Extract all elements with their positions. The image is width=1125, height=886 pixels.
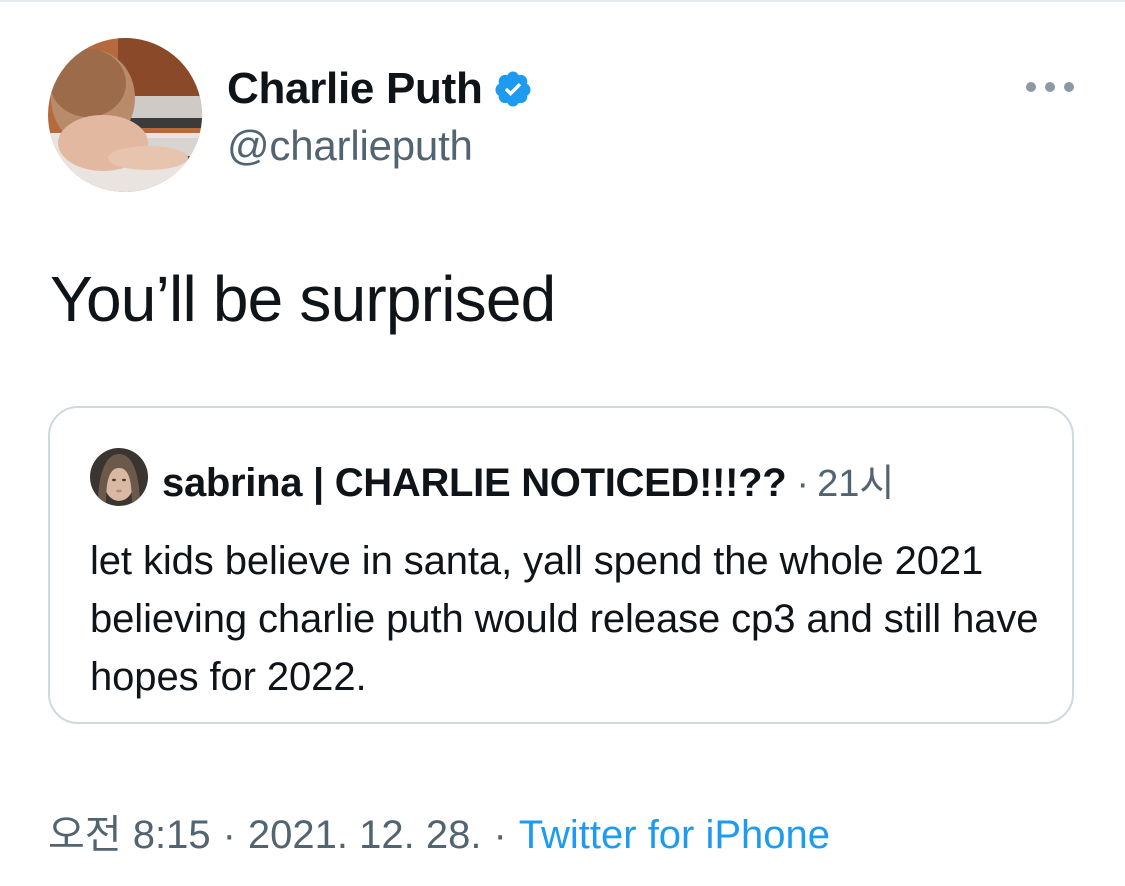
verified-badge-icon [493, 69, 533, 109]
quoted-tweet-text: let kids believe in santa, yall spend th… [90, 539, 1039, 699]
top-divider [0, 0, 1125, 2]
quoted-author-avatar[interactable] [90, 448, 148, 506]
author-name-row: Charlie Puth [227, 62, 533, 116]
quoted-author-avatar-image [90, 448, 148, 506]
quoted-time[interactable]: 21시 [817, 452, 894, 507]
more-dot [1026, 82, 1036, 92]
tweet-date[interactable]: 2021. 12. 28. [248, 813, 482, 858]
tweet-source-link[interactable]: Twitter for iPhone [519, 813, 830, 858]
more-dot [1064, 82, 1074, 92]
meta-source-separator: · [493, 813, 507, 857]
author-name[interactable]: Charlie Puth [227, 64, 483, 114]
quoted-tweet-header: sabrina | CHARLIE NOTICED!!!?? · 21시 [162, 452, 894, 507]
quoted-author-name[interactable]: sabrina | CHARLIE NOTICED!!!?? [162, 461, 787, 506]
tweet-text: You’ll be surprised [50, 263, 556, 335]
author-info: Charlie Puth @charlieputh [227, 62, 533, 170]
more-dot [1045, 82, 1055, 92]
meta-separator: · [222, 813, 236, 857]
more-options-icon[interactable] [1026, 76, 1074, 98]
author-avatar[interactable] [48, 38, 202, 192]
quoted-separator: · [796, 463, 810, 505]
tweet-meta: 오전 8:15 · 2021. 12. 28. · Twitter for iP… [48, 802, 830, 860]
author-avatar-image [48, 38, 202, 192]
tweet-time[interactable]: 오전 8:15 [48, 802, 211, 860]
quoted-tweet-card[interactable]: sabrina | CHARLIE NOTICED!!!?? · 21시 let… [48, 406, 1074, 724]
author-handle[interactable]: @charlieputh [227, 122, 533, 170]
